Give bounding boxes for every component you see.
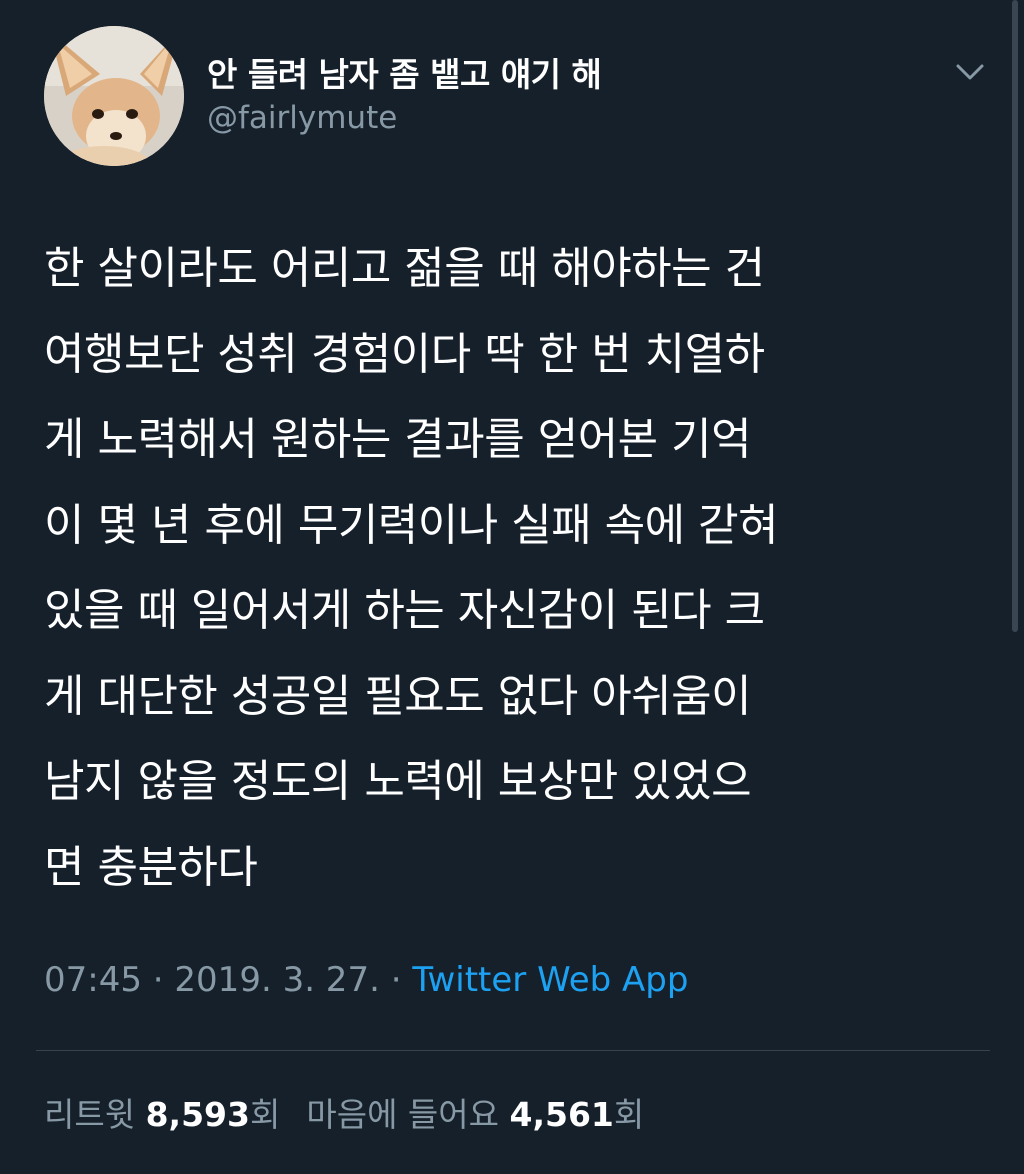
tweet-line: 게 대단한 성공일 필요도 없다 아쉬움이 [44,670,752,722]
tweet-source-link[interactable]: Twitter Web App [412,960,688,1000]
tweet-line: 면 충분하다 [44,841,258,893]
tweet-time[interactable]: 07:45 [44,960,142,1000]
retweets-stat[interactable]: 리트윗 8,593회 [44,1095,280,1134]
tweet-line: 여행보단 성취 경험이다 딱 한 번 치열하 [44,328,765,380]
scrollbar[interactable] [1012,0,1018,632]
meta-separator: · [390,960,402,1000]
retweet-label: 리트윗 [44,1095,136,1134]
tweet-line: 게 노력해서 원하는 결과를 얻어본 기억 [44,414,752,465]
chevron-down-icon[interactable] [950,58,990,88]
retweet-count: 8,593 [145,1095,250,1134]
divider [36,1050,990,1051]
tweet-text: 한 살이라도 어리고 젊을 때 해야하는 건 여행보단 성취 경험이다 딱 한 … [44,226,974,910]
tweet-line: 이 몇 년 후에 무기력이나 실패 속에 갇혀 [44,499,779,551]
like-count: 4,561 [509,1095,614,1134]
tweet-line: 있을 때 일어서게 하는 자신감이 된다 크 [44,585,765,636]
like-unit: 회 [613,1095,645,1134]
tweet-date[interactable]: 2019. 3. 27. [174,960,379,1000]
like-label: 마음에 들어요 [306,1095,500,1134]
retweet-unit: 회 [249,1095,281,1134]
display-name[interactable]: 안 들려 남자 좀 뱉고 얘기 해 [207,48,602,96]
tweet-stats: 리트윗 8,593회 마음에 들어요 4,561회 [44,1088,644,1136]
user-handle[interactable]: @fairlymute [207,100,397,136]
meta-separator: · [152,960,164,1000]
tweet-line: 남지 않을 정도의 노력에 보상만 있었으 [44,756,752,807]
likes-stat[interactable]: 마음에 들어요 4,561회 [306,1095,644,1134]
tweet-meta: 07:45 · 2019. 3. 27. · Twitter Web App [44,960,688,1000]
avatar[interactable] [44,26,184,166]
tweet-line: 한 살이라도 어리고 젊을 때 해야하는 건 [44,243,765,294]
fennec-fox-avatar [44,26,184,166]
